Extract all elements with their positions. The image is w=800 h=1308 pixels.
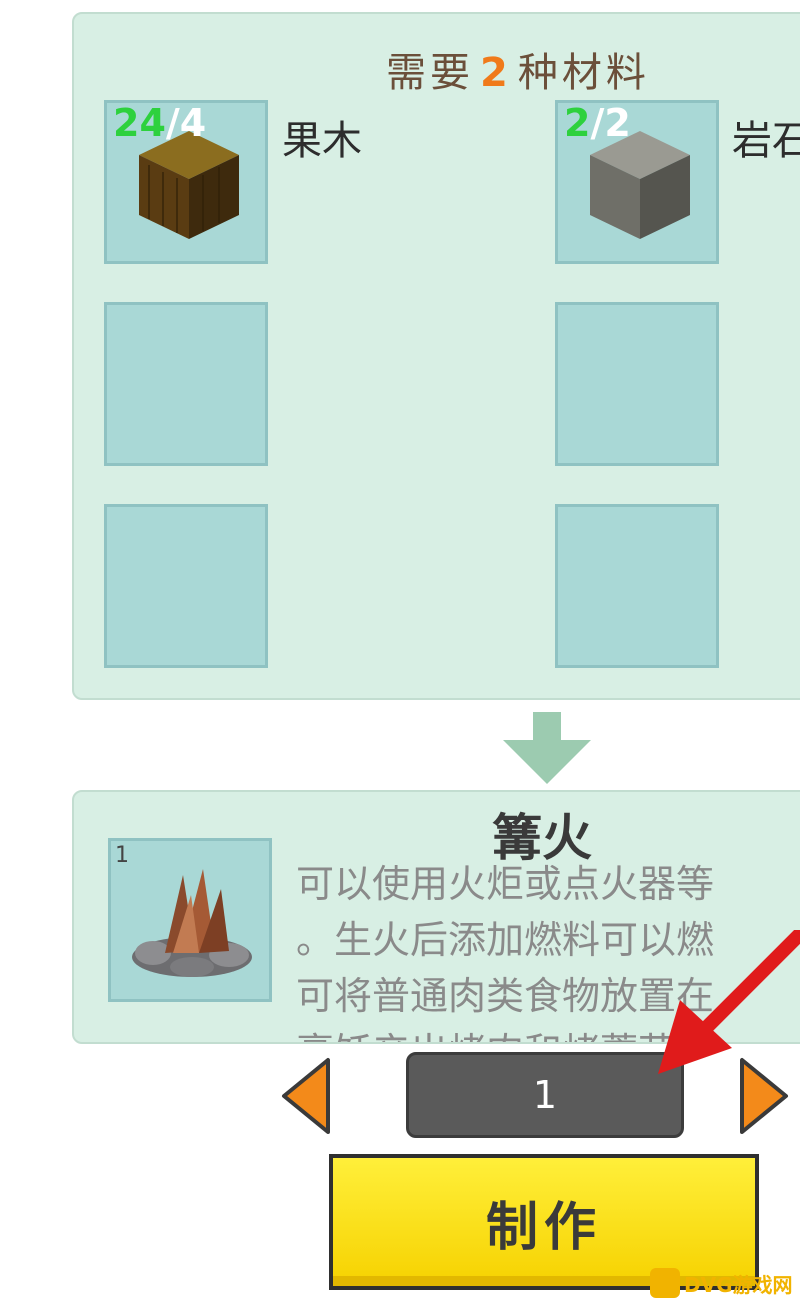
- down-arrow-icon: [503, 712, 591, 784]
- materials-title: 需要 2 种材料: [386, 40, 650, 98]
- have-count: 24: [113, 101, 166, 145]
- annotation-arrow-icon: [658, 930, 800, 1074]
- need-count: /4: [165, 101, 207, 145]
- need-count: /2: [590, 101, 631, 145]
- decrease-arrow-button[interactable]: [280, 1056, 332, 1136]
- material-type-count: 2: [480, 50, 512, 96]
- material-slot-empty[interactable]: [104, 504, 268, 668]
- description-line: 可以使用火炬或点火器等: [296, 862, 715, 906]
- material-slot-empty[interactable]: [555, 302, 719, 466]
- material-slot-stone[interactable]: 2/2: [555, 100, 719, 264]
- material-slot-empty[interactable]: [104, 302, 268, 466]
- material-slot-empty[interactable]: [555, 504, 719, 668]
- have-count: 2: [564, 101, 591, 145]
- result-slot[interactable]: 1: [108, 838, 272, 1002]
- watermark: DVG游戏网: [650, 1266, 793, 1300]
- slot-count-wood: 24/4: [113, 101, 206, 145]
- watermark-logo-icon: [650, 1268, 680, 1298]
- material-name-stone: 岩石: [732, 118, 800, 164]
- watermark-text: DVG游戏网: [684, 1272, 793, 1297]
- campfire-icon: [132, 869, 252, 977]
- slot-count-stone: 2/2: [564, 101, 631, 145]
- materials-panel: 需要2种材料 24/4 果木 2/2 岩石: [72, 12, 800, 700]
- title-prefix: 需要: [386, 50, 474, 96]
- title-suffix: 种材料: [517, 50, 650, 96]
- material-slot-wood[interactable]: 24/4: [104, 100, 268, 264]
- material-name-wood: 果木: [282, 118, 362, 164]
